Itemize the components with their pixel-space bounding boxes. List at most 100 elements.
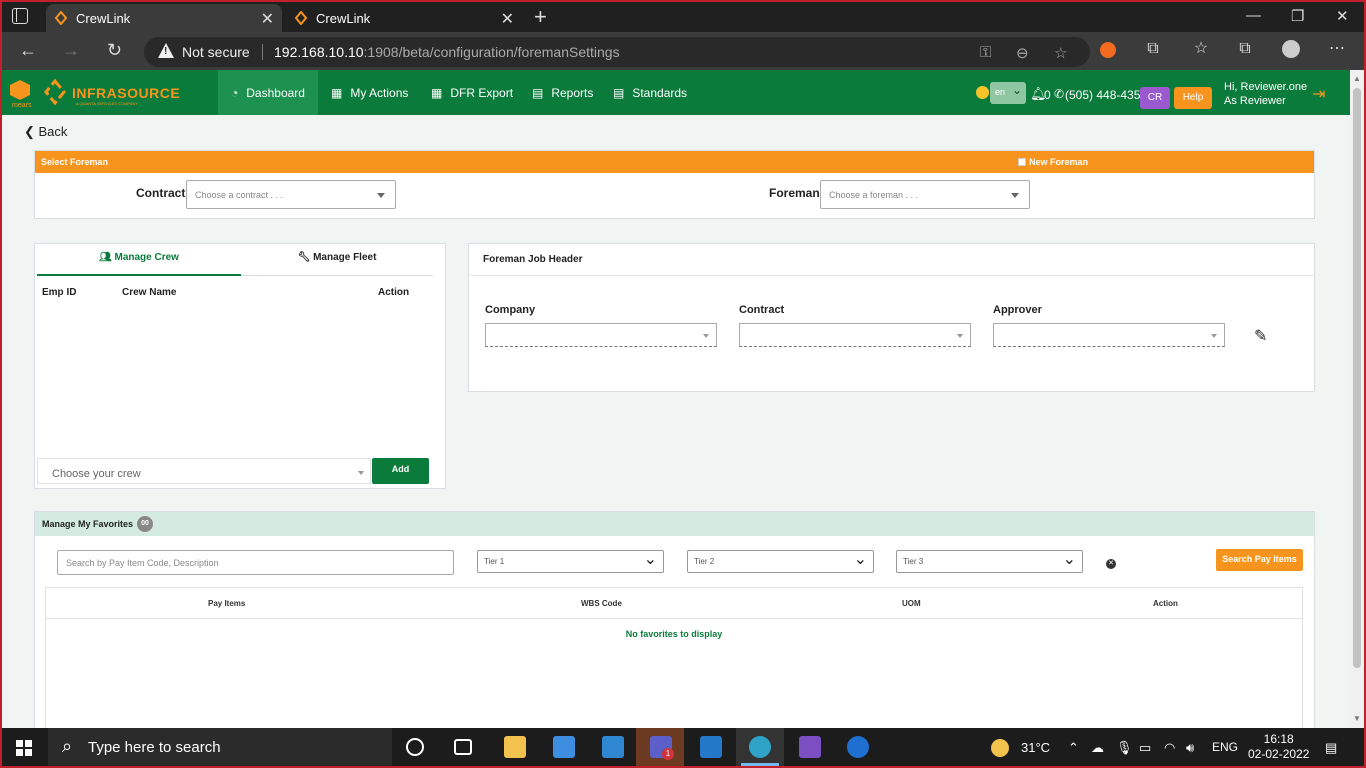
search-pay-items-button[interactable]: Search Pay items bbox=[1216, 549, 1303, 571]
extensions-puzzle-icon[interactable]: ⧉ bbox=[1144, 40, 1162, 58]
pay-item-search-input[interactable]: Search by Pay Item Code, Description bbox=[57, 550, 454, 575]
browser-tab[interactable]: CrewLink ✕ bbox=[286, 4, 522, 32]
globe-icon bbox=[976, 86, 989, 99]
language-select[interactable]: en bbox=[990, 82, 1026, 104]
phone-icon: ✆ bbox=[1054, 87, 1065, 101]
nav-standards[interactable]: ▤ Standards bbox=[600, 70, 700, 115]
clear-filter-icon[interactable]: ✕ bbox=[1106, 559, 1116, 569]
back-label: Back bbox=[38, 124, 68, 139]
profile-avatar[interactable] bbox=[1282, 40, 1300, 58]
mail-icon[interactable] bbox=[602, 736, 624, 758]
input-language[interactable]: ENG bbox=[1212, 740, 1238, 754]
key-icon[interactable]: ⚿ bbox=[980, 44, 991, 61]
notifications-icon[interactable]: ▤ bbox=[1325, 740, 1337, 756]
favorites-table: Pay Items WBS Code UOM Action No favorit… bbox=[45, 587, 1303, 728]
collections-icon[interactable]: ⧉ bbox=[1236, 40, 1254, 58]
back-link[interactable]: ❮ Back bbox=[24, 124, 67, 140]
column-header-fav-action: Action bbox=[1153, 599, 1178, 608]
extension-icon[interactable] bbox=[1100, 42, 1116, 58]
cortana-icon[interactable] bbox=[406, 738, 424, 756]
taskbar-search-input[interactable]: ⌕ Type here to search bbox=[48, 728, 392, 766]
zoom-icon[interactable]: ⊖ bbox=[1016, 44, 1029, 62]
favorites-icon[interactable]: ☆ bbox=[1192, 40, 1210, 58]
crewlink-favicon-icon bbox=[54, 11, 68, 25]
show-hidden-icons-icon[interactable]: ⌃ bbox=[1068, 740, 1079, 756]
battery-icon[interactable]: ▭ bbox=[1139, 740, 1151, 756]
minimize-icon[interactable]: — bbox=[1246, 7, 1261, 24]
favorites-header: Manage My Favorites 00 bbox=[35, 512, 1314, 536]
volume-icon[interactable]: 🔊︎ bbox=[1186, 740, 1194, 756]
more-options-icon[interactable]: ⋯ bbox=[1328, 40, 1346, 58]
visual-studio-icon[interactable] bbox=[799, 736, 821, 758]
teams-badge: 1 bbox=[662, 748, 674, 760]
new-foreman-checkbox[interactable]: New Foreman bbox=[1017, 157, 1088, 167]
help-button[interactable]: Help bbox=[1174, 87, 1212, 109]
clock-time: 16:18 bbox=[1263, 732, 1294, 746]
user-initials-badge[interactable]: CR bbox=[1140, 87, 1170, 109]
foreman-select[interactable]: Choose a foreman . . . bbox=[820, 180, 1030, 209]
support-phone[interactable]: (505) 448-4357 bbox=[1065, 88, 1147, 102]
nav-my-actions[interactable]: ▦ My Actions bbox=[318, 70, 421, 115]
onedrive-icon[interactable]: ☁ bbox=[1091, 740, 1104, 756]
temperature: 31°C bbox=[1021, 740, 1051, 755]
maps-icon[interactable] bbox=[847, 736, 869, 758]
favorites-panel: Manage My Favorites 00 Search by Pay Ite… bbox=[34, 511, 1315, 728]
scrollbar-thumb[interactable] bbox=[1353, 88, 1361, 668]
edit-icon[interactable]: ✎ bbox=[1254, 326, 1272, 345]
system-clock[interactable]: 16:18 02-02-2022 bbox=[1248, 732, 1309, 762]
forward-arrow-icon[interactable]: → bbox=[62, 40, 80, 61]
windows-taskbar: ⌕ Type here to search 1 31°C ⌃ ☁ 🎙︎ ▭ ◠ … bbox=[2, 728, 1364, 766]
microphone-icon[interactable]: 🎙︎ bbox=[1116, 740, 1133, 756]
edge-icon[interactable] bbox=[749, 736, 771, 758]
approver-select[interactable] bbox=[993, 323, 1225, 347]
nav-reports[interactable]: ▤ Reports bbox=[519, 70, 606, 115]
wifi-icon[interactable]: ◠ bbox=[1164, 740, 1175, 756]
restore-icon[interactable]: ❐ bbox=[1291, 7, 1304, 25]
browser-tab-active[interactable]: CrewLink ✕ bbox=[46, 4, 282, 32]
crew-select[interactable]: Choose your crew bbox=[37, 458, 371, 484]
tab-close-icon[interactable]: ✕ bbox=[501, 9, 514, 29]
column-header-action: Action bbox=[378, 287, 410, 298]
company-select[interactable] bbox=[485, 323, 717, 347]
contract-select[interactable]: Choose a contract . . . bbox=[186, 180, 396, 209]
contract-label: Contract bbox=[136, 186, 186, 200]
favorites-title: Manage My Favorites bbox=[42, 519, 134, 529]
add-crew-button[interactable]: Add bbox=[372, 458, 429, 484]
infrasource-mark-icon bbox=[44, 79, 66, 105]
tab-manage-crew[interactable]: 👥︎ Manage Crew bbox=[37, 252, 241, 276]
scroll-up-icon[interactable]: ▲ bbox=[1353, 74, 1361, 83]
favorites-table-header: Pay Items WBS Code UOM Action bbox=[46, 588, 1302, 619]
store-icon[interactable] bbox=[553, 736, 575, 758]
nav-label: Reports bbox=[551, 85, 594, 100]
nav-dfr-export[interactable]: ▦ DFR Export bbox=[418, 70, 526, 115]
refresh-icon[interactable]: ↻ bbox=[107, 40, 122, 61]
new-tab-icon[interactable]: + bbox=[534, 4, 547, 30]
file-explorer-icon[interactable] bbox=[504, 736, 526, 758]
brand-name: INFRASOURCE bbox=[72, 85, 181, 101]
weather-icon[interactable] bbox=[991, 739, 1009, 757]
task-view-icon[interactable] bbox=[454, 739, 472, 755]
tab-manage-fleet[interactable]: 🔧︎ Manage Fleet bbox=[241, 252, 433, 276]
windows-start-icon[interactable] bbox=[16, 740, 32, 756]
brand-tagline: A QUANTA SERVICES COMPANY bbox=[76, 101, 139, 106]
scroll-down-icon[interactable]: ▼ bbox=[1353, 714, 1361, 723]
foreman-job-header-panel: Foreman Job Header Company Contract Appr… bbox=[468, 243, 1315, 392]
vscode-icon[interactable] bbox=[700, 736, 722, 758]
user-role: As Reviewer bbox=[1224, 95, 1286, 107]
page-scrollbar[interactable]: ▲ ▼ bbox=[1350, 70, 1364, 728]
job-contract-select[interactable] bbox=[739, 323, 971, 347]
tab-close-icon[interactable]: ✕ bbox=[261, 9, 274, 29]
checkbox-icon[interactable] bbox=[1017, 158, 1026, 166]
tab-title: CrewLink bbox=[316, 10, 371, 26]
back-arrow-icon[interactable]: ← bbox=[19, 40, 37, 61]
tier-2-select[interactable]: Tier 2 bbox=[687, 549, 874, 573]
add-favorite-icon[interactable]: ☆ bbox=[1054, 44, 1067, 62]
logout-icon[interactable]: ⇥ bbox=[1312, 84, 1325, 104]
url-input[interactable]: Not secure 192.168.10.10:1908/beta/confi… bbox=[144, 37, 1090, 67]
tab-actions-icon[interactable] bbox=[12, 8, 28, 24]
tier-1-select[interactable]: Tier 1 bbox=[477, 549, 664, 573]
tier-3-select[interactable]: Tier 3 bbox=[896, 549, 1083, 573]
brand-logo[interactable]: mears INFRASOURCE A QUANTA SERVICES COMP… bbox=[10, 76, 180, 110]
nav-dashboard[interactable]: ◔ Dashboard bbox=[218, 70, 318, 115]
window-close-icon[interactable]: ✕ bbox=[1336, 7, 1349, 25]
